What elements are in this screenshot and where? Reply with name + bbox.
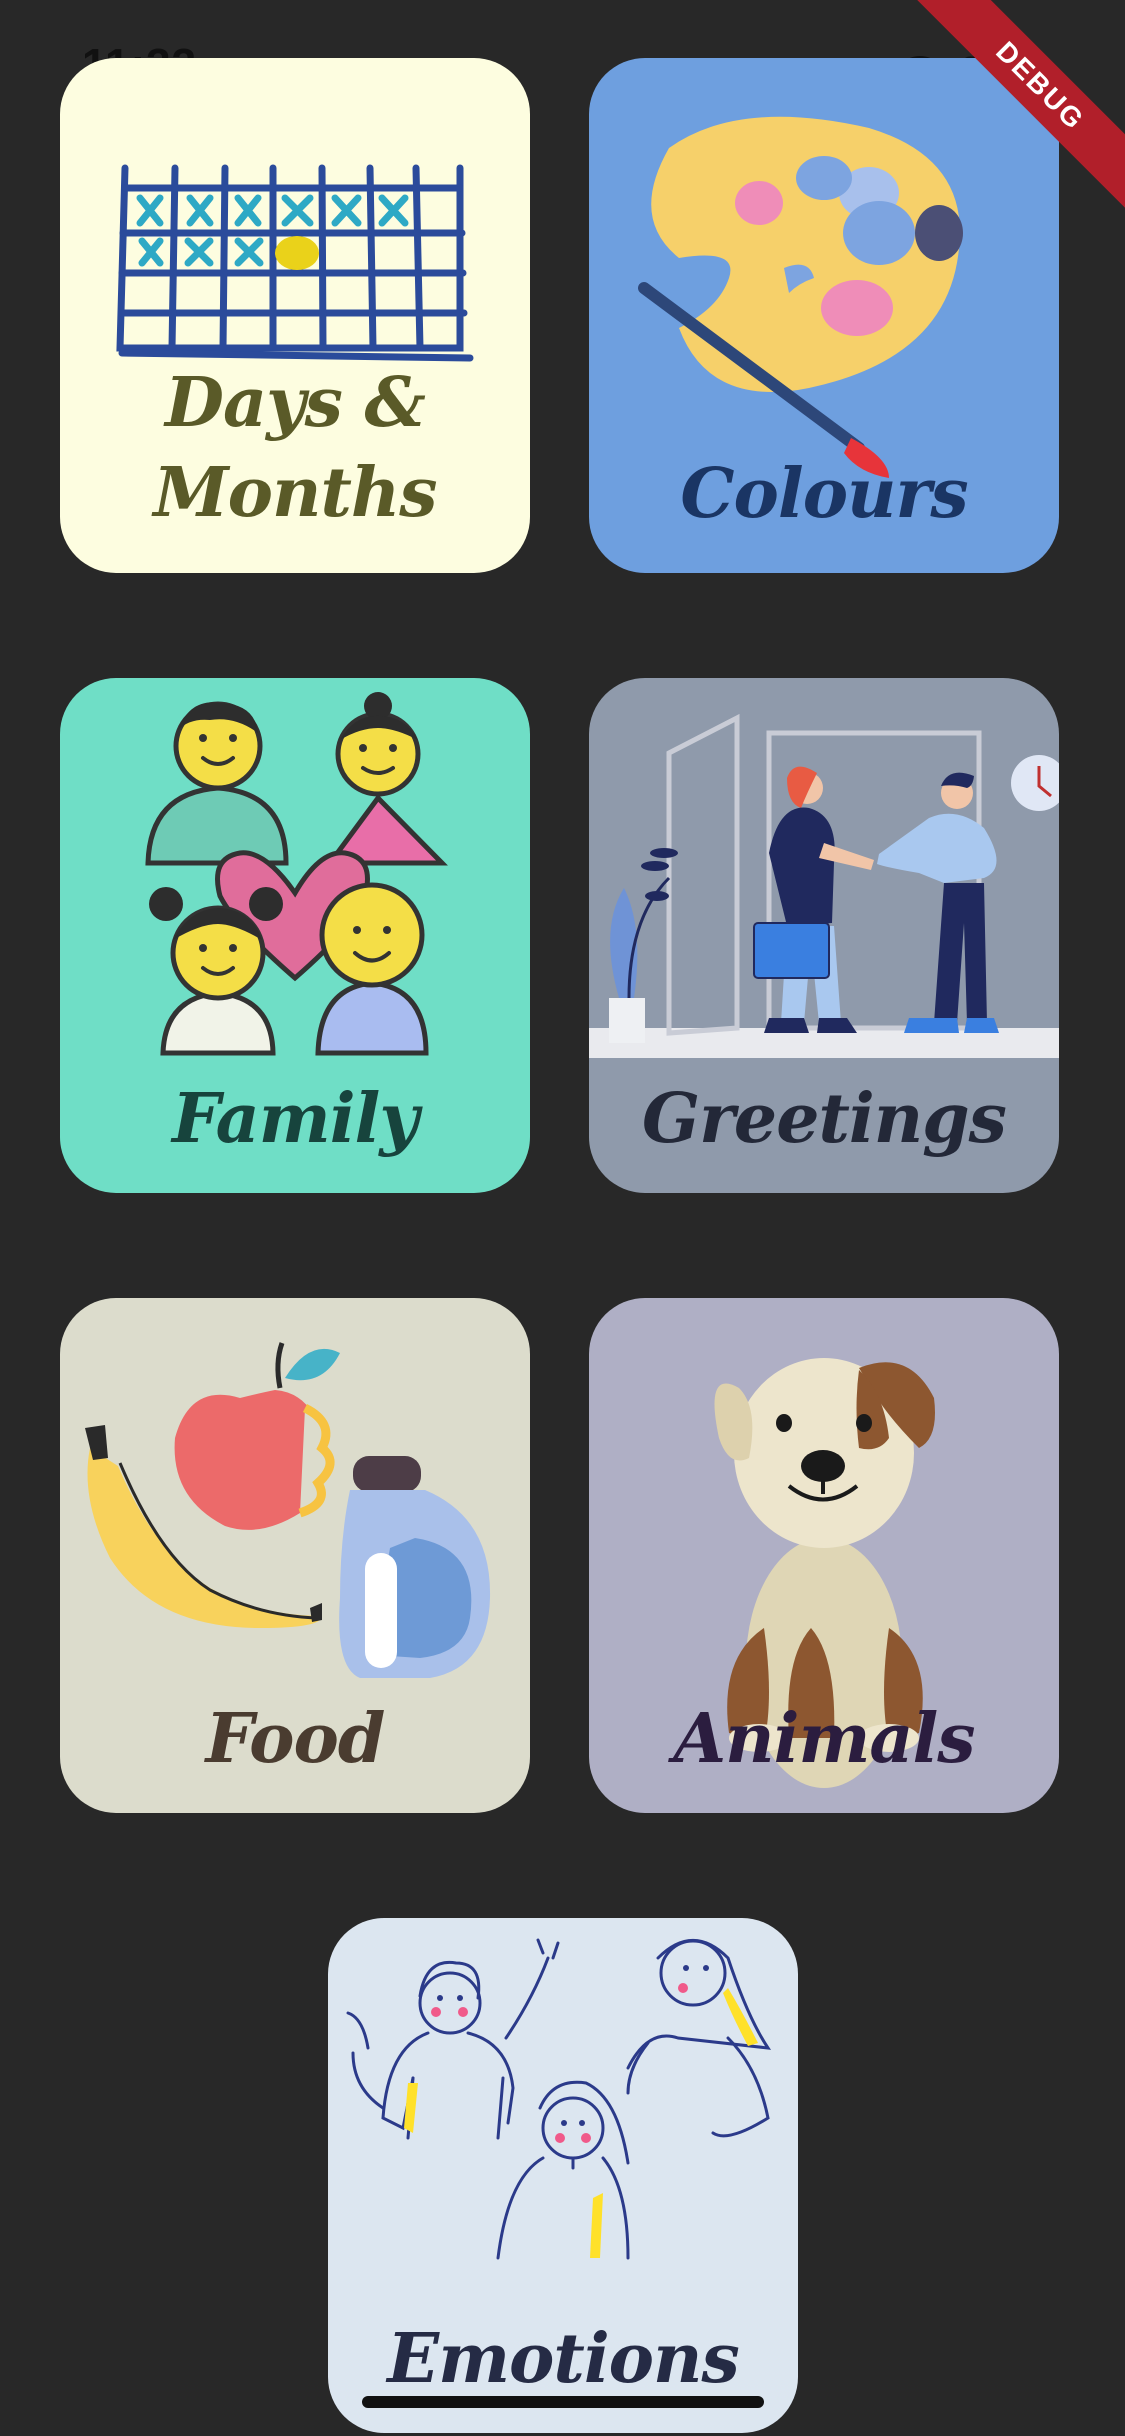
card-food[interactable]: Food <box>60 1298 530 1813</box>
card-family[interactable]: Family <box>60 678 530 1193</box>
card-days-months[interactable]: Days & Months <box>60 58 530 573</box>
debug-banner: DEBUG <box>865 0 1125 260</box>
card-title: Family <box>172 1079 419 1159</box>
card-emotions[interactable]: Emotions <box>328 1918 798 2433</box>
card-greetings[interactable]: Greetings <box>589 678 1059 1193</box>
card-title: Animals <box>673 1699 975 1779</box>
card-title: Food <box>205 1699 386 1779</box>
card-title-line1: Days & <box>165 363 426 443</box>
debug-ribbon: DEBUG <box>901 0 1125 225</box>
card-title: Days & Months <box>60 358 530 538</box>
card-title-line2: Months <box>153 453 437 533</box>
card-title: Colours <box>680 454 968 534</box>
card-title: Greetings <box>642 1079 1007 1159</box>
card-animals[interactable]: Animals <box>589 1298 1059 1813</box>
card-title: Emotions <box>387 2319 739 2399</box>
home-indicator[interactable] <box>362 2396 764 2408</box>
